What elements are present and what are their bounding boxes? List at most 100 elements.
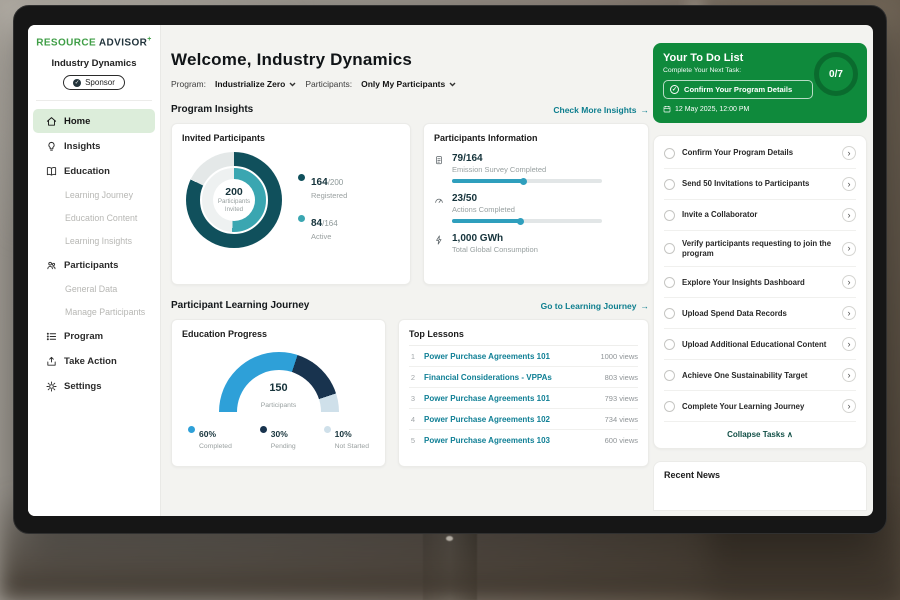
task-checkbox[interactable] <box>664 277 675 288</box>
lesson-rank: 5 <box>409 436 417 445</box>
task-checkbox[interactable] <box>664 179 675 190</box>
chevron-right-icon[interactable]: › <box>842 337 856 351</box>
sidebar-item-insights[interactable]: Insights <box>33 134 155 158</box>
task-row[interactable]: Verify participants requesting to join t… <box>664 231 856 267</box>
sponsor-icon: ✓ <box>73 79 81 87</box>
sidebar-item-education[interactable]: Education <box>33 159 155 183</box>
sidebar-item-program[interactable]: Program <box>33 324 155 348</box>
sidebar-item-settings[interactable]: Settings <box>33 374 155 398</box>
lesson-link[interactable]: Power Purchase Agreements 101 <box>424 352 593 361</box>
sidebar-item-manage-participants[interactable]: Manage Participants <box>33 301 155 323</box>
gauge-value: 150 <box>219 382 339 394</box>
info-row-actions: 23/50 Actions Completed <box>434 193 638 223</box>
task-label: Achieve One Sustainability Target <box>682 371 835 381</box>
chevron-right-icon[interactable]: › <box>842 399 856 413</box>
info-label: Emission Survey Completed <box>452 165 602 174</box>
sidebar-item-education-content[interactable]: Education Content <box>33 207 155 229</box>
lesson-link[interactable]: Power Purchase Agreements 101 <box>424 394 598 403</box>
task-row[interactable]: Confirm Your Program Details › <box>664 138 856 169</box>
logo-secondary: ADVISOR <box>99 37 147 48</box>
sidebar-item-take-action[interactable]: Take Action <box>33 349 155 373</box>
logo-plus: + <box>147 36 152 43</box>
sidebar-item-home[interactable]: Home <box>33 109 155 133</box>
sidebar-item-label: Insights <box>64 141 100 152</box>
lesson-link[interactable]: Power Purchase Agreements 102 <box>424 415 598 424</box>
task-row[interactable]: Explore Your Insights Dashboard › <box>664 267 856 298</box>
legend-value: 84 <box>311 218 322 229</box>
chevron-up-icon: ∧ <box>787 430 793 439</box>
info-label: Actions Completed <box>452 205 602 214</box>
donut-legend: 164/200 Registered 84/164 Active <box>298 172 347 248</box>
legend-item-active: 84/164 Active <box>298 213 347 241</box>
task-row[interactable]: Send 50 Invitations to Participants › <box>664 169 856 200</box>
sidebar-item-general-data[interactable]: General Data <box>33 278 155 300</box>
sidebar-item-label: Settings <box>64 381 101 392</box>
legend-pct: 60% <box>199 429 216 439</box>
next-task-due: 12 May 2025, 12:00 PM <box>663 105 857 113</box>
progress-bar-fill <box>452 179 524 183</box>
chevron-right-icon[interactable]: › <box>842 275 856 289</box>
sidebar-item-learning-insights[interactable]: Learning Insights <box>33 230 155 252</box>
task-row[interactable]: Invite a Collaborator › <box>664 200 856 231</box>
due-date-text: 12 May 2025, 12:00 PM <box>675 106 749 113</box>
recent-news-title: Recent News <box>664 470 720 480</box>
task-row[interactable]: Upload Additional Educational Content › <box>664 329 856 360</box>
info-row-emission-survey: 79/164 Emission Survey Completed <box>434 153 638 183</box>
task-checkbox[interactable] <box>664 148 675 159</box>
learning-cards-row: Education Progress 150 Participants 60% <box>171 319 649 467</box>
task-row[interactable]: Complete Your Learning Journey › <box>664 391 856 422</box>
list-icon <box>46 331 57 342</box>
lesson-link[interactable]: Power Purchase Agreements 103 <box>424 436 598 445</box>
chevron-right-icon[interactable]: › <box>842 146 856 160</box>
sidebar: RESOURCE ADVISOR+ Industry Dynamics ✓ Sp… <box>28 25 161 516</box>
card-title: Top Lessons <box>409 329 638 346</box>
task-checkbox[interactable] <box>664 308 675 319</box>
info-value: 79/164 <box>452 153 602 164</box>
donut-center-value: 200 <box>225 186 243 198</box>
task-row[interactable]: Upload Spend Data Records › <box>664 298 856 329</box>
sidebar-item-learning-journey[interactable]: Learning Journey <box>33 184 155 206</box>
chevron-right-icon[interactable]: › <box>842 368 856 382</box>
program-select[interactable]: Industrialize Zero <box>215 79 296 89</box>
task-row[interactable]: Achieve One Sustainability Target › <box>664 360 856 391</box>
task-checkbox[interactable] <box>664 370 675 381</box>
legend-label: Active <box>311 232 338 241</box>
sidebar-item-participants[interactable]: Participants <box>33 253 155 277</box>
lesson-rank: 1 <box>409 352 417 361</box>
task-checkbox[interactable] <box>664 401 675 412</box>
info-value: 1,000 GWh <box>452 233 538 244</box>
legend-pct: 10% <box>335 429 352 439</box>
lesson-rank: 3 <box>409 394 417 403</box>
participants-information-card: Participants Information 79/164 Emission… <box>423 123 649 285</box>
progress-bar <box>452 219 602 223</box>
lesson-link[interactable]: Financial Considerations - VPPAs <box>424 373 598 382</box>
task-checkbox[interactable] <box>664 210 675 221</box>
task-label: Explore Your Insights Dashboard <box>682 278 835 288</box>
section-title: Program Insights <box>171 104 253 115</box>
sidebar-item-label: Education <box>64 166 110 177</box>
task-checkbox[interactable] <box>664 243 675 254</box>
task-checkbox[interactable] <box>664 339 675 350</box>
todo-progress-ring: 0/7 <box>814 52 858 96</box>
collapse-tasks-link[interactable]: Collapse Tasks ∧ <box>664 422 856 446</box>
legend-dot <box>260 426 267 433</box>
todo-progress-count: 0/7 <box>829 69 843 80</box>
lesson-views: 793 views <box>605 394 638 403</box>
chevron-right-icon[interactable]: › <box>842 306 856 320</box>
sidebar-item-label: Learning Insights <box>65 236 132 246</box>
participants-select[interactable]: Only My Participants <box>361 79 456 89</box>
info-label: Total Global Consumption <box>452 245 538 254</box>
chevron-right-icon[interactable]: › <box>842 177 856 191</box>
todo-panel: Your To Do List Complete Your Next Task:… <box>653 43 867 511</box>
next-task-pill[interactable]: ✓ Confirm Your Program Details <box>663 80 813 99</box>
sidebar-item-label: Manage Participants <box>65 307 145 317</box>
chevron-right-icon[interactable]: › <box>842 208 856 222</box>
program-insights-header: Program Insights Check More Insights → <box>171 104 649 115</box>
lesson-views: 600 views <box>605 436 638 445</box>
collapse-label: Collapse Tasks <box>727 430 785 439</box>
check-more-insights-link[interactable]: Check More Insights → <box>553 105 649 115</box>
legend-value: 164 <box>311 177 328 188</box>
lesson-rank: 4 <box>409 415 417 424</box>
chevron-right-icon[interactable]: › <box>842 242 856 256</box>
go-to-learning-journey-link[interactable]: Go to Learning Journey → <box>541 301 649 311</box>
